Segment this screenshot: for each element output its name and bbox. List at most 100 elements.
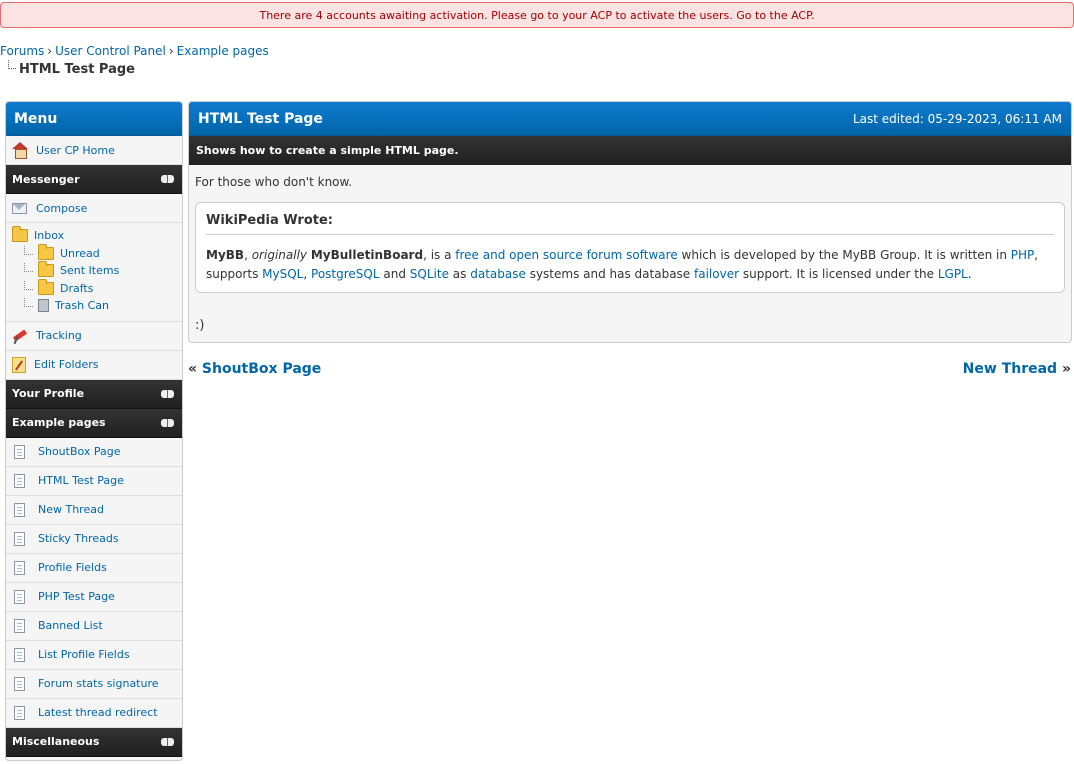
breadcrumb-active-label: HTML Test Page <box>19 62 136 77</box>
folders-list: Inbox Unread Sent Items Drafts Trash Can <box>6 223 182 322</box>
folder-icon <box>38 278 54 295</box>
tree-branch-icon <box>8 60 16 69</box>
sidebar-item-list-profile-fields[interactable]: List Profile Fields <box>6 640 182 670</box>
quote-text: , <box>303 267 308 281</box>
collapse-icon[interactable] <box>161 418 174 427</box>
link-sqlite[interactable]: SQLite <box>410 267 449 281</box>
acp-link[interactable]: Go to the ACP. <box>736 9 814 22</box>
page-description: Shows how to create a simple HTML page. <box>189 136 1071 165</box>
alert-text: There are 4 accounts awaiting activation… <box>259 8 733 22</box>
next-page-link[interactable]: New Thread <box>963 361 1057 377</box>
category-title: Example pages <box>12 416 106 429</box>
sidebar-item-inbox[interactable]: Inbox <box>12 226 182 245</box>
sidebar-item-label[interactable]: Edit Folders <box>34 358 99 371</box>
tree-branch-icon <box>24 263 33 273</box>
link-failover[interactable]: failover <box>694 267 739 281</box>
link-mysql[interactable]: MySQL <box>262 267 303 281</box>
sidebar-item-label[interactable]: Inbox <box>34 229 64 242</box>
sidebar-item-label[interactable]: New Thread <box>38 503 104 516</box>
sidebar-item-trash-can[interactable]: Trash Can <box>12 297 182 315</box>
sidebar-item-label[interactable]: PHP Test Page <box>38 590 115 603</box>
category-title: Your Profile <box>12 387 85 400</box>
collapse-icon[interactable] <box>161 389 174 398</box>
sidebar-item-banned-list[interactable]: Banned List <box>6 611 182 641</box>
sidebar-item-label[interactable]: Compose <box>36 202 87 215</box>
sidebar-item-label[interactable]: ShoutBox Page <box>38 445 121 458</box>
collapse-icon[interactable] <box>161 737 174 746</box>
sidebar-item-label[interactable]: Forum stats signature <box>38 677 159 690</box>
activation-alert: There are 4 accounts awaiting activation… <box>0 2 1074 28</box>
sidebar-item-label[interactable]: Banned List <box>38 619 103 632</box>
sidebar-item-label[interactable]: Drafts <box>60 282 93 295</box>
sidebar-item-label[interactable]: Sent Items <box>60 264 119 277</box>
collapse-icon[interactable] <box>161 175 174 183</box>
sidebar-item-tracking[interactable]: Tracking <box>6 321 182 351</box>
sidebar-item-drafts[interactable]: Drafts <box>12 278 182 298</box>
quote-text: systems and has database <box>529 267 691 281</box>
link-postgresql[interactable]: PostgreSQL <box>311 267 380 281</box>
quote-body: MyBB, originally MyBulletinBoard, is a f… <box>206 246 1054 284</box>
sidebar-item-label[interactable]: User CP Home <box>36 144 115 157</box>
page-icon <box>14 676 25 691</box>
sidebar-title: Menu <box>6 102 182 136</box>
sidebar-item-edit-folders[interactable]: Edit Folders <box>6 350 182 380</box>
page-title: HTML Test Page <box>198 110 323 127</box>
page-icon <box>14 473 25 488</box>
folder-icon <box>12 226 28 243</box>
breadcrumb-forums[interactable]: Forums <box>0 44 44 58</box>
page-icon <box>14 589 25 604</box>
prev-arrow: « <box>188 361 198 377</box>
sidebar-item-html-test-page[interactable]: HTML Test Page <box>6 466 182 496</box>
link-database[interactable]: database <box>470 267 526 281</box>
breadcrumb-example-pages[interactable]: Example pages <box>177 44 269 58</box>
sidebar-item-label[interactable]: Latest thread redirect <box>38 706 158 719</box>
sidebar-item-label[interactable]: Tracking <box>36 329 82 342</box>
page-icon <box>14 647 25 662</box>
mybulletinboard-text: MyBulletinBoard <box>310 248 424 262</box>
last-edited: Last edited: 05-29-2023, 06:11 AM <box>852 111 1062 126</box>
sidebar-item-label[interactable]: Unread <box>60 247 100 260</box>
quote-text: . <box>967 267 972 281</box>
folder-icon <box>38 243 54 260</box>
home-icon <box>12 142 28 159</box>
sidebar-item-unread[interactable]: Unread <box>12 243 182 263</box>
smile-text: :) <box>195 318 205 333</box>
sidebar-item-label[interactable]: Sticky Threads <box>38 532 119 545</box>
messenger-category[interactable]: Messenger <box>6 165 182 194</box>
prev-page-link[interactable]: ShoutBox Page <box>202 361 321 377</box>
usercp-sidebar: Menu User CP Home Messenger Compose Inbo… <box>5 101 183 761</box>
sidebar-item-php-test-page[interactable]: PHP Test Page <box>6 582 182 612</box>
page-icon <box>14 560 25 575</box>
miscellaneous-category[interactable]: Miscellaneous <box>6 727 182 757</box>
category-title: Miscellaneous <box>12 735 100 748</box>
link-free-software[interactable]: free and open source forum software <box>455 248 677 262</box>
sidebar-item-home[interactable]: User CP Home <box>6 136 182 165</box>
sidebar-item-sticky-threads[interactable]: Sticky Threads <box>6 524 182 554</box>
breadcrumb-user-control-panel[interactable]: User Control Panel <box>55 44 166 58</box>
pin-icon <box>12 328 28 344</box>
page-icon <box>14 618 25 633</box>
quote-text: support. It is licensed under the <box>742 267 934 281</box>
next-page: New Thread » <box>963 361 1071 377</box>
intro-text: For those who don't know. <box>195 175 353 189</box>
sidebar-item-new-thread[interactable]: New Thread <box>6 495 182 525</box>
sidebar-item-shoutbox-page[interactable]: ShoutBox Page <box>6 437 182 467</box>
sidebar-item-sent-items[interactable]: Sent Items <box>12 261 182 280</box>
your-profile-category[interactable]: Your Profile <box>6 379 182 409</box>
quote-text: , is a <box>423 248 452 262</box>
example-pages-category[interactable]: Example pages <box>6 408 182 438</box>
breadcrumb-separator: › <box>168 44 174 58</box>
sidebar-item-label[interactable]: Profile Fields <box>38 561 107 574</box>
originally-text: originally <box>251 248 308 262</box>
sidebar-item-forum-stats-signature[interactable]: Forum stats signature <box>6 669 182 699</box>
sidebar-item-label[interactable]: HTML Test Page <box>38 474 124 487</box>
sidebar-item-latest-thread-redirect[interactable]: Latest thread redirect <box>6 698 182 728</box>
sidebar-item-profile-fields[interactable]: Profile Fields <box>6 553 182 583</box>
sidebar-item-label[interactable]: List Profile Fields <box>38 648 130 661</box>
sidebar-item-compose[interactable]: Compose <box>6 194 182 223</box>
link-php[interactable]: PHP <box>1011 248 1035 262</box>
next-arrow: » <box>1061 361 1071 377</box>
link-lgpl[interactable]: LGPL <box>938 267 968 281</box>
sidebar-item-label[interactable]: Trash Can <box>55 299 109 312</box>
category-title: Messenger <box>12 172 80 186</box>
